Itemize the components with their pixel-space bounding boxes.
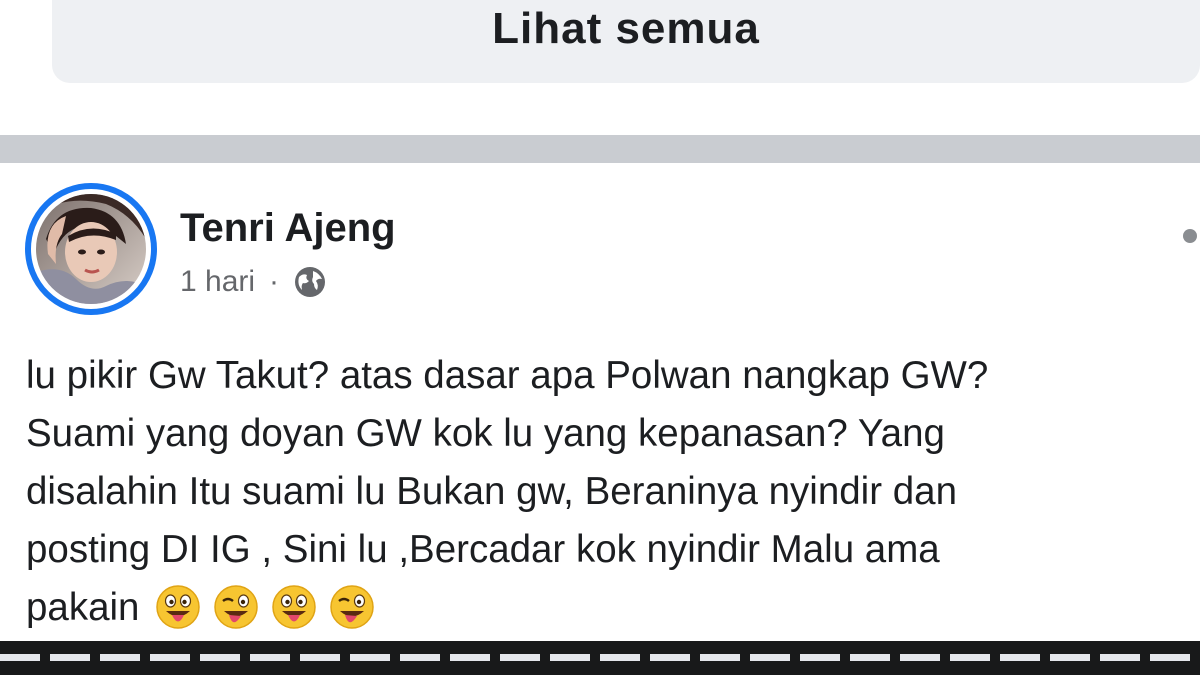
see-all-button[interactable]: Lihat semua xyxy=(52,0,1200,83)
post-text: lu pikir Gw Takut? atas dasar apa Polwan… xyxy=(26,347,1196,637)
winking-tongue-emoji xyxy=(213,584,259,630)
post-text-line: pakain xyxy=(26,586,140,629)
bottom-edge xyxy=(0,641,1200,675)
more-options-icon[interactable] xyxy=(1183,229,1197,243)
post-meta: 1 hari · xyxy=(180,262,327,302)
post-text-line: disalahin Itu suami lu Bukan gw, Beranin… xyxy=(26,470,957,513)
post-text-last-line: pakain xyxy=(26,579,1196,637)
grinning-tongue-emoji xyxy=(155,584,201,630)
feed-separator xyxy=(0,135,1200,163)
meta-separator: · xyxy=(269,265,280,298)
avatar[interactable] xyxy=(36,194,146,304)
author-name[interactable]: Tenri Ajeng xyxy=(180,206,396,251)
post-text-line: posting DI IG , Sini lu ,Bercadar kok ny… xyxy=(26,528,940,571)
post-timestamp[interactable]: 1 hari xyxy=(180,265,255,299)
post-text-line: lu pikir Gw Takut? atas dasar apa Polwan… xyxy=(26,354,989,397)
globe-icon[interactable] xyxy=(293,265,327,299)
post-text-line: Suami yang doyan GW kok lu yang kepanasa… xyxy=(26,412,945,455)
dashed-divider xyxy=(0,654,1200,661)
grinning-tongue-emoji xyxy=(271,584,317,630)
see-all-label: Lihat semua xyxy=(492,4,760,53)
winking-tongue-emoji xyxy=(329,584,375,630)
